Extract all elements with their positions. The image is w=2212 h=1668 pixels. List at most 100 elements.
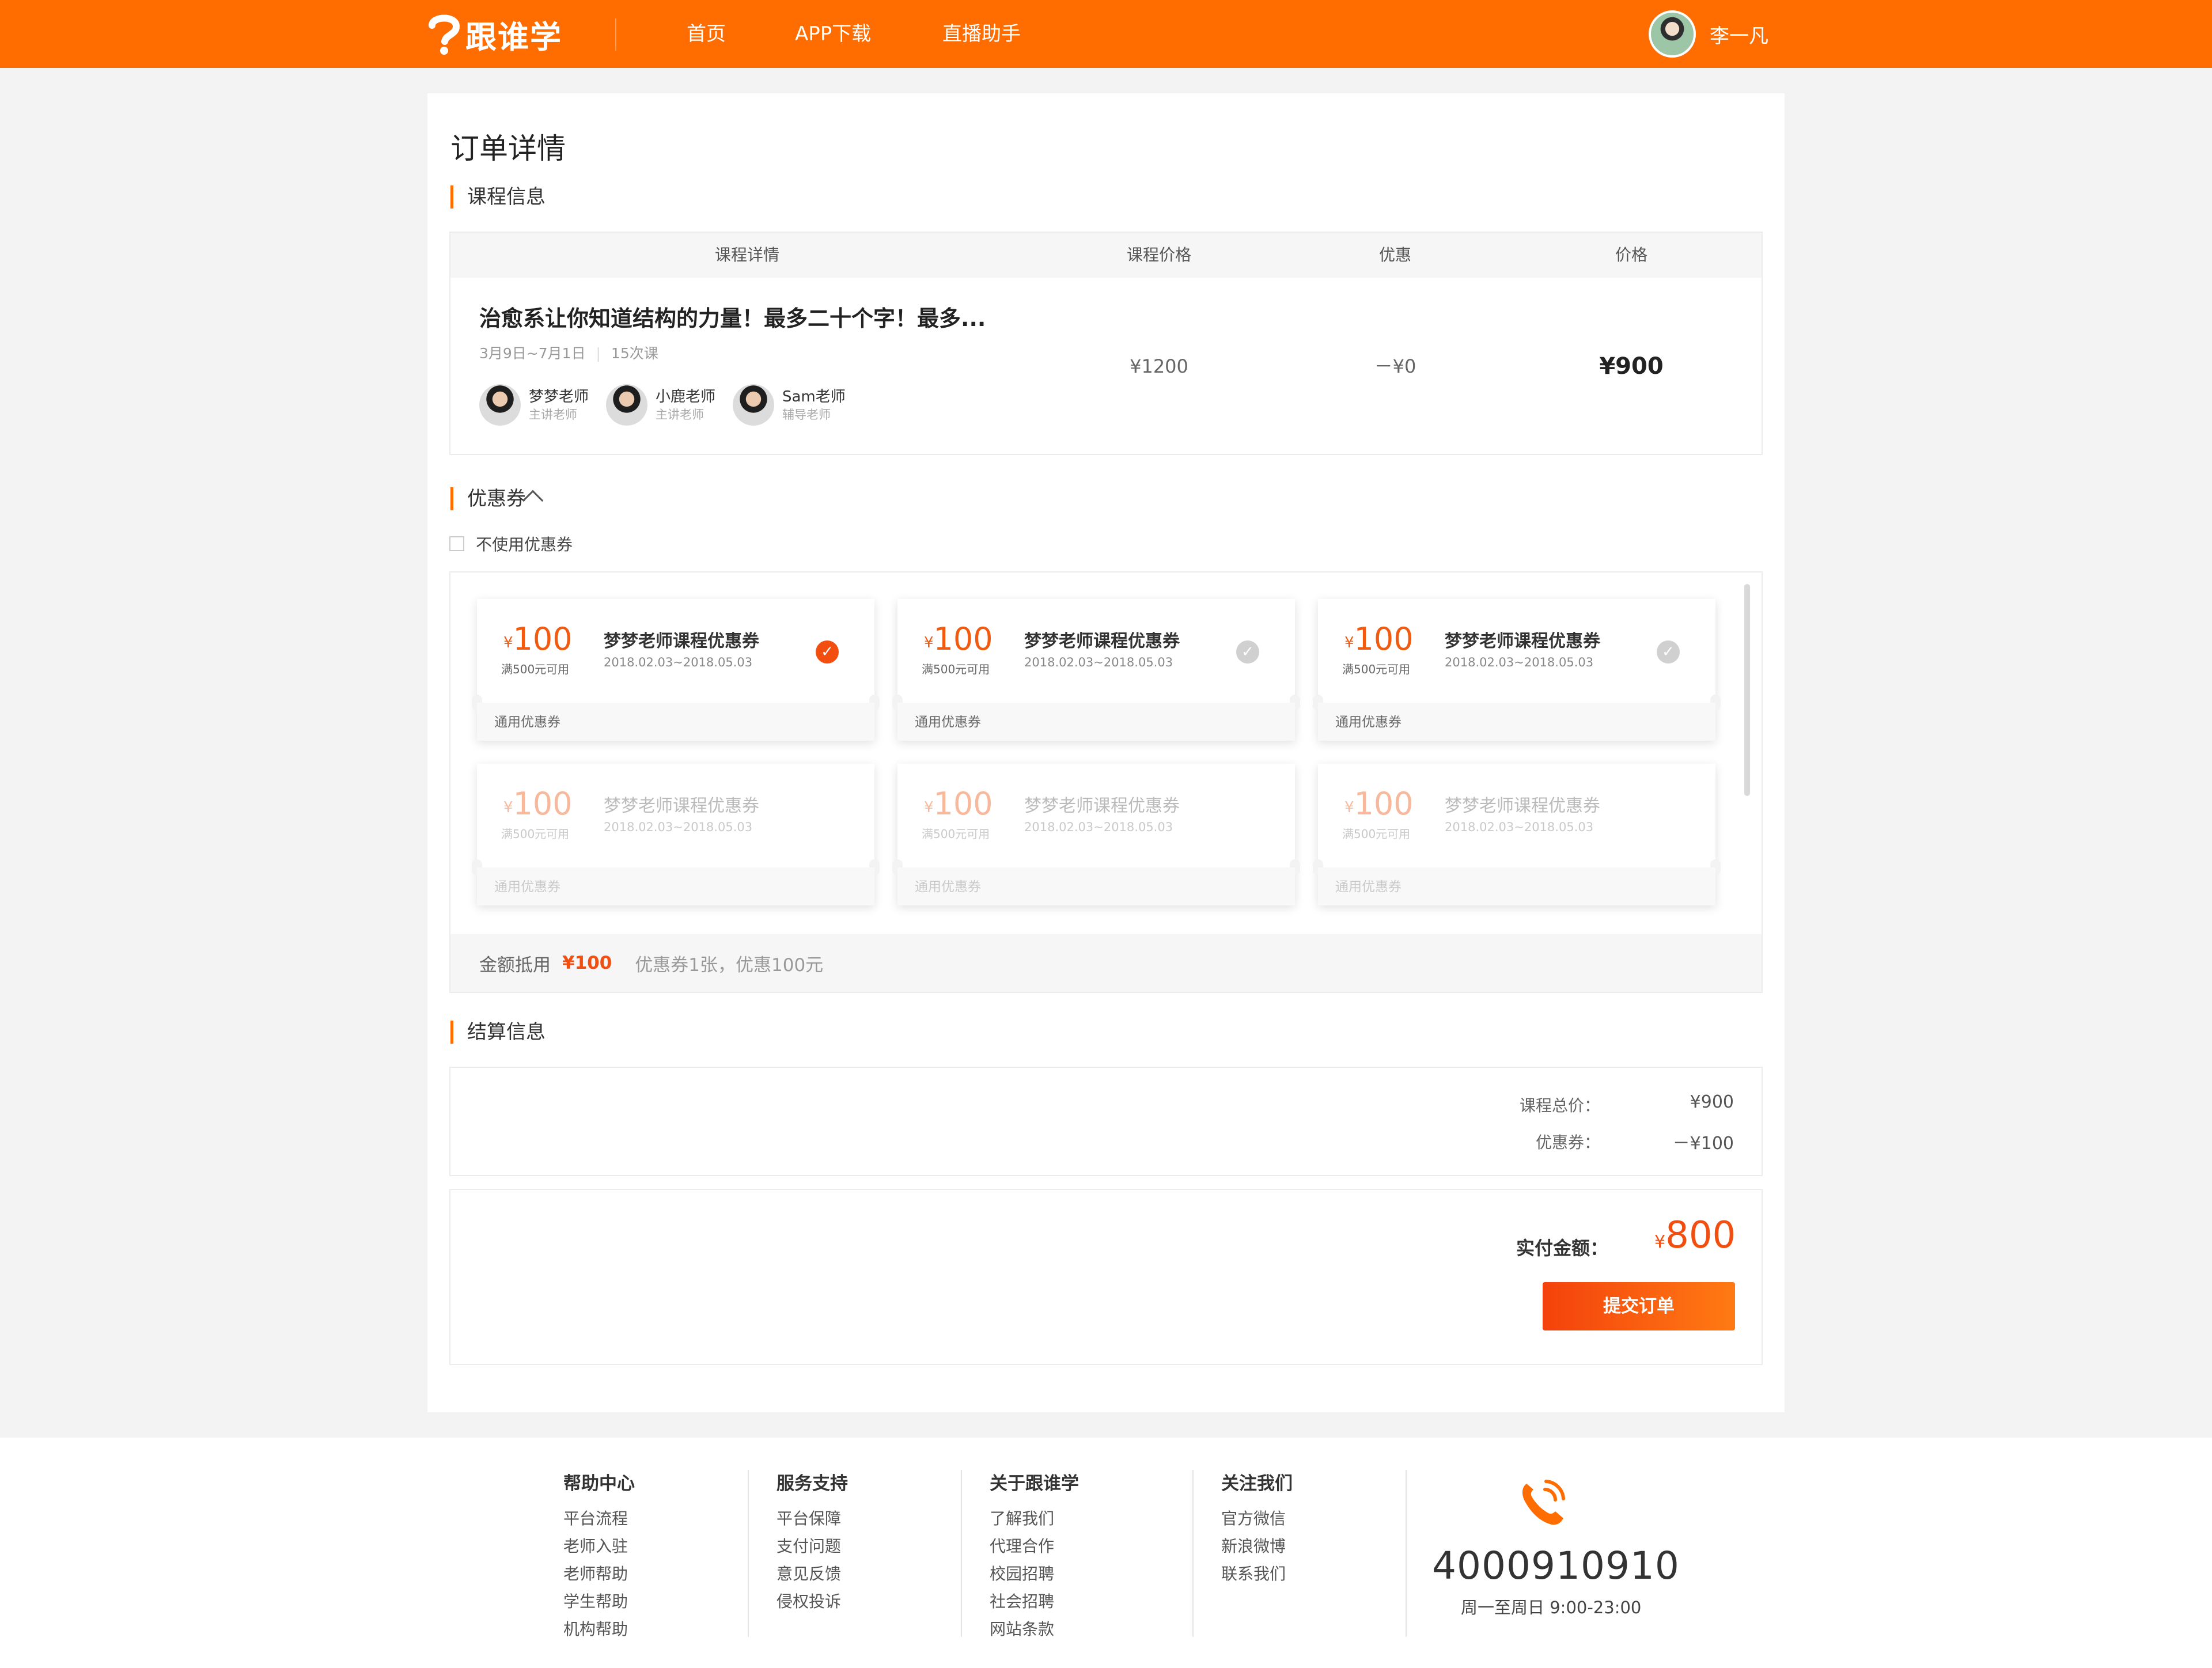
nav-link-live-assistant[interactable]: 直播助手 bbox=[942, 21, 1021, 47]
coupon-type: 通用优惠券 bbox=[915, 880, 981, 894]
coupon-condition: 满500元可用 bbox=[501, 662, 570, 676]
coupon-deduct-label: 优惠券： bbox=[1535, 1133, 1600, 1152]
page-title: 订单详情 bbox=[450, 132, 566, 165]
coupon-amount: ¥100 bbox=[1344, 621, 1414, 657]
course-title[interactable]: 治愈系让你知道结构的力量！最多二十个字！最多... bbox=[479, 301, 986, 332]
coupon-condition: 满500元可用 bbox=[922, 662, 990, 676]
coupon-footer: 通用优惠券 bbox=[897, 703, 1295, 741]
footer-link[interactable]: 了解我们 bbox=[990, 1505, 1079, 1533]
footer-column-follow: 关注我们 官方微信 新浪微博 联系我们 bbox=[1221, 1469, 1293, 1588]
coupon-name: 梦梦老师课程优惠券 bbox=[604, 796, 759, 816]
footer-column-service: 服务支持 平台保障 支付问题 意见反馈 侵权投诉 bbox=[777, 1469, 848, 1616]
total-value: ¥900 bbox=[1690, 1092, 1734, 1112]
check-circle-icon[interactable]: ✓ bbox=[816, 640, 839, 664]
summary-label: 金额抵用 bbox=[479, 954, 551, 976]
no-coupon-checkbox[interactable] bbox=[449, 536, 464, 551]
no-coupon-option[interactable]: 不使用优惠券 bbox=[449, 532, 573, 555]
user-name: 李一凡 bbox=[1710, 24, 1768, 48]
footer-column-help: 帮助中心 平台流程 老师入驻 老师帮助 学生帮助 机构帮助 bbox=[563, 1469, 635, 1643]
footer-link[interactable]: 支付问题 bbox=[777, 1533, 848, 1560]
teacher-role: 辅导老师 bbox=[782, 408, 831, 422]
coupon-footer: 通用优惠券 bbox=[1318, 703, 1715, 741]
coupon-card-disabled: ¥100 满500元可用 梦梦老师课程优惠券 2018.02.03~2018.0… bbox=[1313, 764, 1721, 905]
footer-link[interactable]: 代理合作 bbox=[990, 1533, 1079, 1560]
coupon-footer: 通用优惠券 bbox=[1318, 867, 1715, 905]
footer-link[interactable]: 学生帮助 bbox=[563, 1588, 635, 1616]
coupon-list: ¥100 满500元可用 梦梦老师课程优惠券 2018.02.03~2018.0… bbox=[449, 571, 1763, 993]
footer-link[interactable]: 社会招聘 bbox=[990, 1588, 1079, 1616]
coupon-scrollbar[interactable] bbox=[1744, 584, 1750, 796]
header-course-detail: 课程详情 bbox=[714, 245, 779, 264]
footer-link[interactable]: 意见反馈 bbox=[777, 1560, 848, 1588]
coupon-condition: 满500元可用 bbox=[922, 827, 990, 841]
course-total: ¥900 bbox=[1599, 353, 1664, 380]
footer-divider bbox=[1192, 1470, 1194, 1637]
footer-link[interactable]: 平台保障 bbox=[777, 1505, 848, 1533]
order-card: 订单详情 课程信息 课程详情 课程价格 优惠 价格 治愈系让你知道结构的力量！最… bbox=[427, 93, 1785, 1412]
coupon-condition: 满500元可用 bbox=[1342, 662, 1411, 676]
coupon-type: 通用优惠券 bbox=[1335, 715, 1402, 730]
teacher-name: 小鹿老师 bbox=[656, 388, 716, 405]
logo-text: 跟谁学 bbox=[465, 18, 562, 55]
settlement-section-title: 结算信息 bbox=[450, 1021, 546, 1044]
coupon-name: 梦梦老师课程优惠券 bbox=[1024, 631, 1180, 651]
footer-link[interactable]: 老师帮助 bbox=[563, 1560, 635, 1588]
footer-column-about: 关于跟谁学 了解我们 代理合作 校园招聘 社会招聘 网站条款 bbox=[990, 1469, 1079, 1643]
coupon-deduct-value: －¥100 bbox=[1672, 1134, 1734, 1154]
teacher-avatar bbox=[479, 384, 521, 426]
coupon-card[interactable]: ¥100 满500元可用 梦梦老师课程优惠券 2018.02.03~2018.0… bbox=[472, 599, 880, 741]
coupon-type: 通用优惠券 bbox=[915, 715, 981, 730]
coupon-section-title[interactable]: 优惠券 bbox=[450, 487, 526, 510]
footer-link[interactable]: 联系我们 bbox=[1221, 1560, 1293, 1588]
teacher-avatar bbox=[606, 384, 647, 426]
coupon-card[interactable]: ¥100 满500元可用 梦梦老师课程优惠券 2018.02.03~2018.0… bbox=[1313, 599, 1721, 741]
coupon-footer: 通用优惠券 bbox=[477, 867, 874, 905]
footer-link[interactable]: 机构帮助 bbox=[563, 1616, 635, 1643]
footer-link[interactable]: 校园招聘 bbox=[990, 1560, 1079, 1588]
footer-link[interactable]: 网站条款 bbox=[990, 1616, 1079, 1643]
footer-link[interactable]: 官方微信 bbox=[1221, 1505, 1293, 1533]
nav-link-home[interactable]: 首页 bbox=[687, 21, 726, 47]
coupon-card-disabled: ¥100 满500元可用 梦梦老师课程优惠券 2018.02.03~2018.0… bbox=[892, 764, 1300, 905]
footer-column-title: 帮助中心 bbox=[563, 1473, 635, 1494]
footer-link[interactable]: 侵权投诉 bbox=[777, 1588, 848, 1616]
footer-link[interactable]: 平台流程 bbox=[563, 1505, 635, 1533]
coupon-name: 梦梦老师课程优惠券 bbox=[1445, 796, 1600, 816]
course-price: ¥1200 bbox=[1130, 355, 1188, 377]
teacher-item[interactable]: 小鹿老师 主讲老师 bbox=[606, 384, 715, 426]
footer-link[interactable]: 新浪微博 bbox=[1221, 1533, 1293, 1560]
teacher-name: Sam老师 bbox=[782, 388, 846, 405]
course-lessons: 15次课 bbox=[611, 345, 658, 362]
coupon-condition: 满500元可用 bbox=[501, 827, 570, 841]
phone-icon bbox=[1522, 1480, 1565, 1525]
coupon-name: 梦梦老师课程优惠券 bbox=[1445, 631, 1600, 651]
teacher-name: 梦梦老师 bbox=[529, 388, 589, 405]
teacher-item[interactable]: 梦梦老师 主讲老师 bbox=[479, 384, 589, 426]
course-discount: －¥0 bbox=[1374, 355, 1416, 377]
submit-order-button[interactable]: 提交订单 bbox=[1543, 1282, 1735, 1330]
user-menu[interactable]: 李一凡 bbox=[1649, 10, 1768, 58]
total-label: 课程总价： bbox=[1519, 1096, 1600, 1115]
coupon-type: 通用优惠券 bbox=[494, 715, 560, 730]
coupon-amount: ¥100 bbox=[503, 786, 573, 822]
coupon-dates: 2018.02.03~2018.05.03 bbox=[604, 820, 753, 834]
settlement-details: 课程总价： ¥900 优惠券： －¥100 bbox=[449, 1067, 1763, 1176]
check-circle-icon[interactable]: ✓ bbox=[1236, 640, 1259, 664]
nav-link-app-download[interactable]: APP下载 bbox=[795, 21, 871, 47]
coupon-dates: 2018.02.03~2018.05.03 bbox=[1024, 655, 1173, 669]
teacher-item[interactable]: Sam老师 辅导老师 bbox=[733, 384, 846, 426]
table-header: 课程详情 课程价格 优惠 价格 bbox=[450, 233, 1762, 278]
meta-divider: | bbox=[596, 345, 601, 362]
logo[interactable]: 跟谁学 bbox=[426, 13, 562, 55]
footer-link[interactable]: 老师入驻 bbox=[563, 1533, 635, 1560]
footer-column-title: 服务支持 bbox=[777, 1473, 848, 1494]
coupon-footer: 通用优惠券 bbox=[897, 867, 1295, 905]
coupon-dates: 2018.02.03~2018.05.03 bbox=[1445, 655, 1594, 669]
top-nav: 跟谁学 首页 APP下载 直播助手 李一凡 bbox=[0, 0, 2212, 68]
summary-amount: ¥100 bbox=[562, 953, 612, 973]
coupon-dates: 2018.02.03~2018.05.03 bbox=[1445, 820, 1594, 834]
coupon-card[interactable]: ¥100 满500元可用 梦梦老师课程优惠券 2018.02.03~2018.0… bbox=[892, 599, 1300, 741]
coupon-dates: 2018.02.03~2018.05.03 bbox=[1024, 820, 1173, 834]
check-circle-icon[interactable]: ✓ bbox=[1657, 640, 1680, 664]
header-course-price: 课程价格 bbox=[1126, 245, 1191, 264]
